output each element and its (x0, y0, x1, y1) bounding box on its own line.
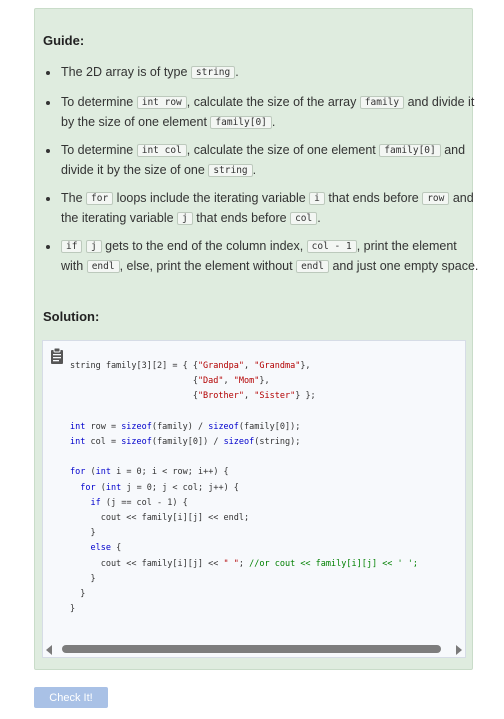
inline-code: col - 1 (306, 239, 357, 253)
solution-code: string family[3][2] = { {"Grandpa", "Gra… (70, 361, 419, 615)
solution-heading: Solution: (43, 309, 100, 324)
check-it-button[interactable]: Check It! (34, 687, 108, 708)
scroll-left-arrow-icon[interactable] (46, 645, 52, 655)
inline-code: endl (296, 260, 329, 273)
scroll-right-arrow-icon[interactable] (456, 645, 462, 655)
guide-bullet: To determine int col, calculate the size… (60, 141, 480, 182)
horizontal-scrollbar[interactable] (43, 641, 465, 657)
guide-bullet: if j gets to the end of the column index… (60, 237, 480, 278)
inline-code: family[0] (210, 116, 272, 129)
guide-heading: Guide: (43, 33, 85, 48)
inline-code: family (359, 95, 405, 109)
inline-code: string (190, 66, 236, 79)
guide-bullet: The for loops include the iterating vari… (60, 189, 480, 230)
inline-code: if (61, 239, 83, 253)
scrollbar-thumb[interactable] (62, 645, 441, 653)
inline-code: string (208, 164, 253, 177)
inline-code: family[0] (379, 143, 441, 157)
guide-bullet: To determine int row, calculate the size… (60, 93, 480, 134)
guide-list: The 2D array is of type string. To deter… (43, 63, 480, 285)
clipboard-icon[interactable] (48, 347, 66, 365)
inline-code: int row (136, 95, 187, 109)
inline-code: i (309, 191, 325, 205)
inline-code: col (290, 212, 318, 225)
guide-panel: Guide: The 2D array is of type string. T… (34, 8, 478, 670)
inline-code: for (86, 191, 114, 205)
inline-code: int col (136, 143, 187, 157)
inline-code: j (177, 212, 193, 225)
guide-bullet: The 2D array is of type string. (60, 63, 480, 84)
inline-code: row (422, 191, 450, 205)
inline-code: endl (86, 260, 120, 273)
inline-code: j (85, 239, 102, 253)
solution-code-box: string family[3][2] = { {"Grandpa", "Gra… (42, 340, 466, 658)
